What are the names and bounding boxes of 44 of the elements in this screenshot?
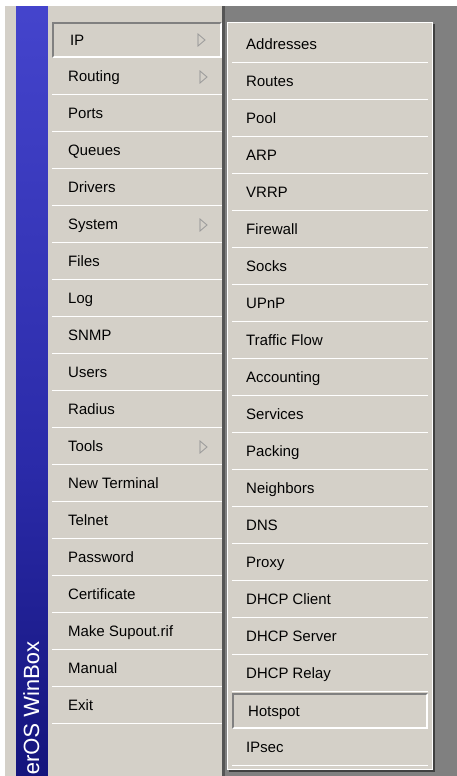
submenu-item[interactable]: Accounting <box>232 360 428 396</box>
menu-item[interactable]: Manual <box>52 651 222 687</box>
submenu-item[interactable]: Pool <box>232 101 428 137</box>
menu-item[interactable]: Tools <box>52 429 222 465</box>
menu-item[interactable]: Telnet <box>52 503 222 539</box>
menu-item[interactable]: System <box>52 207 222 243</box>
submenu-item[interactable]: Routes <box>232 64 428 100</box>
submenu-item[interactable]: Traffic Flow <box>232 323 428 359</box>
submenu-item[interactable]: Neighbors <box>232 471 428 507</box>
submenu-item[interactable]: DNS <box>232 508 428 544</box>
menu-item[interactable]: Exit <box>52 688 222 724</box>
menu-item[interactable]: Certificate <box>52 577 222 613</box>
submenu-item[interactable]: ARP <box>232 138 428 174</box>
brand-title: erOS WinBox <box>21 640 43 774</box>
submenu-item[interactable]: Firewall <box>232 212 428 248</box>
submenu-item[interactable]: DHCP Relay <box>232 656 428 692</box>
submenu-item[interactable]: DHCP Server <box>232 619 428 655</box>
submenu-item[interactable]: IPsec <box>232 730 428 766</box>
caret-icon <box>197 33 206 47</box>
menu-item[interactable]: Drivers <box>52 170 222 206</box>
submenu-item[interactable]: Hotspot <box>232 693 428 729</box>
caret-icon <box>199 218 208 232</box>
menu-item[interactable]: Ports <box>52 96 222 132</box>
menu-item[interactable]: SNMP <box>52 318 222 354</box>
menu-item[interactable]: IP <box>52 22 222 58</box>
caret-icon <box>199 70 208 84</box>
menu-item[interactable]: Files <box>52 244 222 280</box>
menu-item[interactable]: Queues <box>52 133 222 169</box>
submenu-item[interactable]: Socks <box>232 249 428 285</box>
submenu-item[interactable]: Services <box>232 397 428 433</box>
menu-item[interactable]: Routing <box>52 59 222 95</box>
submenu-item[interactable]: Proxy <box>232 545 428 581</box>
submenu-item[interactable]: DHCP Client <box>232 582 428 618</box>
submenu-item[interactable]: Packing <box>232 434 428 470</box>
menu-item[interactable]: Radius <box>52 392 222 428</box>
menu-item[interactable]: Log <box>52 281 222 317</box>
menu-item[interactable]: Make Supout.rif <box>52 614 222 650</box>
menu-item[interactable]: Password <box>52 540 222 576</box>
caret-icon <box>199 440 208 454</box>
submenu-item[interactable]: VRRP <box>232 175 428 211</box>
menu-item[interactable]: New Terminal <box>52 466 222 502</box>
submenu-item[interactable]: UPnP <box>232 286 428 322</box>
menu-item[interactable]: Users <box>52 355 222 391</box>
submenu-item[interactable]: Addresses <box>232 27 428 63</box>
